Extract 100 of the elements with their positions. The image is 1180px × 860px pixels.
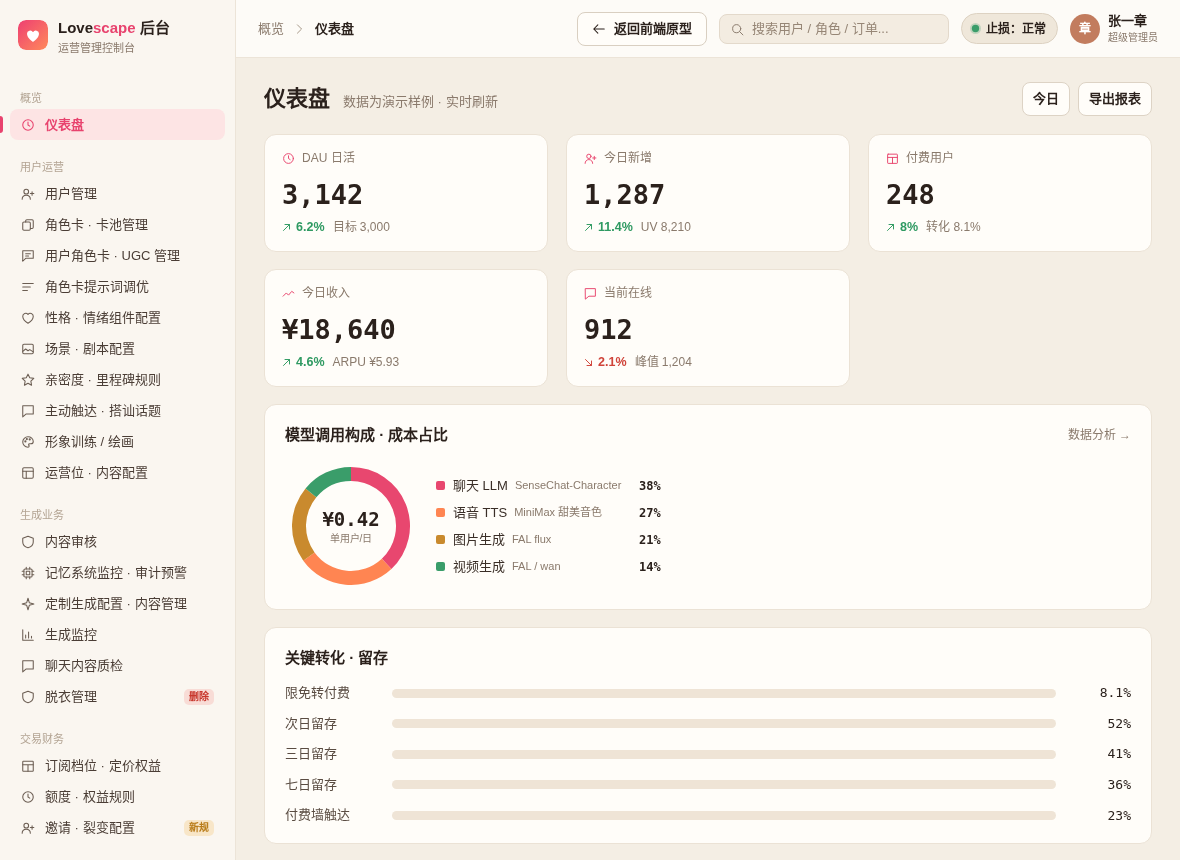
sidebar-item[interactable]: 用户角色卡 · UGC 管理 [10,240,225,271]
center-value: ¥0.42 [322,507,380,530]
sidebar-item[interactable]: 亲密度 · 里程碑规则 [10,364,225,395]
chevron-icon [296,23,303,34]
bar-chart-icon [21,627,35,642]
legend-model: FAL flux [512,532,552,548]
stat-value: 3,142 [282,178,365,212]
sidebar-item[interactable]: 聊天内容质检 [10,650,225,681]
heart-logo-icon [18,20,48,50]
section-heading: 生成业务 [19,508,65,522]
status-pill: 止损：正常 [961,13,1058,44]
legend-percent: 21% [639,531,661,549]
arrow-left-icon [592,21,606,36]
metric-label: 限免转付费 [285,684,351,702]
legend-label: 聊天 LLM [453,476,508,495]
breadcrumb-item[interactable]: 概览 [258,18,284,39]
stat-note: ARPU ¥5.93 [332,354,400,370]
metric-label: 次日留存 [285,714,338,733]
stat-change: 6.2% [296,219,325,235]
sidebar-item[interactable]: 主动触达 · 搭讪话题 [10,395,225,426]
legend-percent: 27% [639,504,661,522]
sidebar-item[interactable]: 邀请 · 裂变配置 新规 [10,812,225,843]
heart-icon [21,310,35,325]
user-plus-icon [21,186,35,201]
sidebar-item[interactable]: 生成监控 [10,619,225,650]
metric-value: 41% [1106,745,1131,764]
stat-value: 248 [886,178,936,212]
metric-value: 52% [1106,714,1131,733]
sparkle-icon [21,596,35,611]
user-plus-icon [584,151,597,165]
page-title: 仪表盘 [264,85,330,113]
back-button[interactable]: 返回前端原型 [577,11,707,46]
user-plus-icon [21,820,35,835]
section-heading: 用户运营 [19,160,65,174]
section-heading: 概览 [19,91,43,105]
metric-value: 23% [1106,806,1131,825]
sidebar-item[interactable]: 定制生成配置 · 内容管理 [10,588,225,619]
clock-icon [282,151,295,165]
brand-subtitle: 运营管理控制台 [58,41,136,55]
palette-icon [21,434,35,449]
stat-value: ¥18,640 [282,313,397,347]
legend-model: SenseChat-Character [514,478,622,494]
sidebar-item[interactable]: 订阅档位 · 定价权益 [10,750,225,781]
stat-note: 峰值 1,204 [634,354,692,370]
star-icon [21,372,35,387]
card-title: 关键转化 · 留存 [285,649,390,667]
sidebar-item[interactable]: 角色卡提示词调优 [10,271,225,302]
shield-icon [21,534,35,549]
chat-icon [21,403,35,418]
sidebar-item[interactable]: 性格 · 情绪组件配置 [10,302,225,333]
metric-label: 三日留存 [285,745,338,764]
user-role: 超级管理员 [1108,31,1158,44]
legend-percent: 14% [639,558,661,576]
sidebar-item[interactable]: 额度 · 权益规则 [10,781,225,812]
user-name: 张一章 [1108,13,1148,29]
stat-change: 11.4% [598,219,633,235]
stat-value: 912 [584,313,634,347]
sidebar-item[interactable]: 内容审核 [10,526,225,557]
metric-value: 8.1% [1098,684,1131,703]
toolbar-button[interactable]: 今日 [1022,82,1070,116]
stat-value: 1,287 [584,178,667,212]
metric-value: 36% [1106,776,1131,795]
stat-note: UV 8,210 [640,219,691,235]
section-heading: 交易财务 [19,732,65,746]
search-field[interactable]: 搜索用户 / 角色 / 订单... [719,13,949,44]
message-icon [21,248,35,263]
legend-percent: 38% [639,477,661,495]
toolbar-button[interactable]: 导出报表 [1078,82,1152,116]
status-tag: 删除 [184,688,214,705]
legend-model: MiniMax 甜美音色 [514,505,603,521]
stat-note: 目标 3,000 [332,219,390,235]
sidebar-item[interactable]: 形象训练 / 绘画 [10,426,225,457]
active-indicator [0,116,3,133]
sidebar-item[interactable]: 用户管理 [10,178,225,209]
layout-icon [21,465,35,480]
brand-name: Lovescape 后台 [58,19,170,37]
analytics-link[interactable]: 数据分析 → [1067,426,1131,444]
stat-change: 2.1% [598,354,627,370]
box-icon [21,758,35,773]
chip-icon [21,565,35,580]
legend-label: 图片生成 [453,530,505,549]
cards-icon [21,217,35,232]
sidebar-item[interactable]: 脱衣管理 删除 [10,681,225,712]
stat-label: 今日新增 [604,150,652,166]
legend-label: 语音 TTS [453,503,508,522]
page-subtitle: 数据为演示样例 · 实时刷新 [343,93,498,112]
stat-label: 今日收入 [302,285,350,301]
metric-label: 七日留存 [285,775,338,794]
stat-note: 转化 8.1% [926,219,981,235]
center-caption: 单用户/日 [328,532,374,545]
sidebar-item[interactable]: 记忆系统监控 · 审计预警 [10,557,225,588]
sidebar-item[interactable]: 运营位 · 内容配置 [10,457,225,488]
legend-model: FAL / wan [512,559,561,575]
breadcrumb-item: 仪表盘 [315,19,354,38]
stat-label: DAU 日活 [302,150,355,166]
chat-icon [584,286,597,300]
clock-icon [21,789,35,804]
sidebar-item[interactable]: 场景 · 剧本配置 [10,333,225,364]
sidebar-item[interactable]: 角色卡 · 卡池管理 [10,209,225,240]
shield-icon [21,689,35,704]
